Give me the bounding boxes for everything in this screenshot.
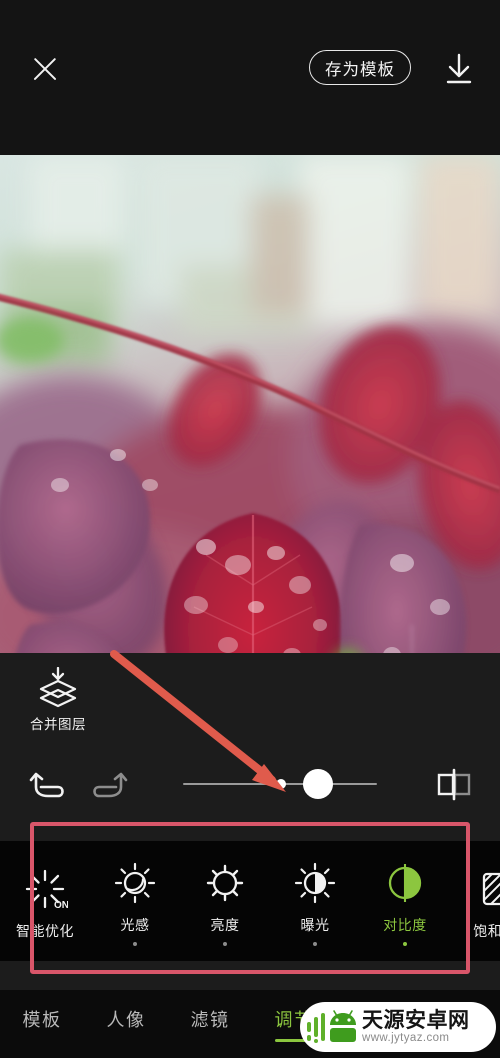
smart-optimize-icon: ON <box>0 866 90 912</box>
adjust-tool-smart-optimize[interactable]: ON 智能优化 <box>0 862 90 941</box>
merge-layers-label: 合并图层 <box>30 717 86 733</box>
adjust-tool-label: 光感 <box>120 917 150 934</box>
brightness-icon <box>180 860 270 906</box>
exposure-icon <box>270 860 360 906</box>
adjust-tool-label: 曝光 <box>300 917 330 934</box>
contrast-icon <box>360 860 450 906</box>
photo-canvas[interactable] <box>0 155 500 653</box>
save-template-button[interactable]: 存为模板 <box>309 50 411 85</box>
site-watermark: 天源安卓网 www.jytyaz.com <box>300 1002 496 1052</box>
adjust-value-slider[interactable] <box>183 763 377 805</box>
top-bar: 存为模板 <box>0 0 500 155</box>
close-icon[interactable] <box>28 52 62 86</box>
saturation-icon <box>450 866 500 912</box>
undo-icon[interactable] <box>27 763 69 805</box>
slider-zero-mark <box>276 779 286 789</box>
watermark-url: www.jytyaz.com <box>362 1031 450 1044</box>
adjust-tool-label: 亮度 <box>210 917 240 934</box>
light-sense-icon <box>90 860 180 906</box>
android-logo-icon <box>306 1008 360 1046</box>
download-icon[interactable] <box>440 50 478 88</box>
merge-layers-icon <box>34 666 82 709</box>
adjust-tool-dot <box>222 941 228 947</box>
adjust-tool-label: 饱和度 <box>473 923 500 940</box>
adjust-tool-dot <box>402 941 408 947</box>
redo-icon[interactable] <box>88 763 130 805</box>
adjust-tool-light-sense[interactable]: 光感 <box>90 856 180 947</box>
tab-template[interactable]: 模板 <box>0 1006 84 1042</box>
adjust-tool-strip[interactable]: ON 智能优化 光感 亮度 曝光 对比度 饱和 <box>0 841 500 961</box>
watermark-title: 天源安卓网 <box>362 1007 470 1032</box>
svg-text:ON: ON <box>54 900 68 911</box>
watermark-text: 天源安卓网 www.jytyaz.com <box>362 1009 470 1046</box>
adjust-tool-dot <box>132 941 138 947</box>
adjust-tool-contrast[interactable]: 对比度 <box>360 856 450 947</box>
tab-filter[interactable]: 滤镜 <box>168 1006 252 1042</box>
tab-label: 人像 <box>106 1010 146 1031</box>
adjust-tool-label: 智能优化 <box>16 923 74 940</box>
slider-handle[interactable] <box>303 769 333 799</box>
photo-editor-screen: 存为模板 合并图层 ON 智能优化 光感 亮度 曝光 对比度 饱和 模板 人像 … <box>0 0 500 1058</box>
save-template-label: 存为模板 <box>325 59 395 79</box>
tab-label: 模板 <box>22 1010 62 1031</box>
adjust-tool-exposure[interactable]: 曝光 <box>270 856 360 947</box>
adjust-tool-label: 对比度 <box>383 917 427 934</box>
tab-label: 滤镜 <box>190 1010 230 1031</box>
tab-portrait[interactable]: 人像 <box>84 1006 168 1042</box>
adjust-toolbar <box>0 753 500 815</box>
adjust-tool-dot <box>312 941 318 947</box>
merge-layers-button[interactable]: 合并图层 <box>22 666 94 733</box>
adjust-tool-saturation[interactable]: 饱和度 <box>450 862 500 941</box>
adjust-tool-brightness[interactable]: 亮度 <box>180 856 270 947</box>
photo-preview <box>0 155 500 653</box>
compare-before-after-icon[interactable] <box>433 763 475 805</box>
